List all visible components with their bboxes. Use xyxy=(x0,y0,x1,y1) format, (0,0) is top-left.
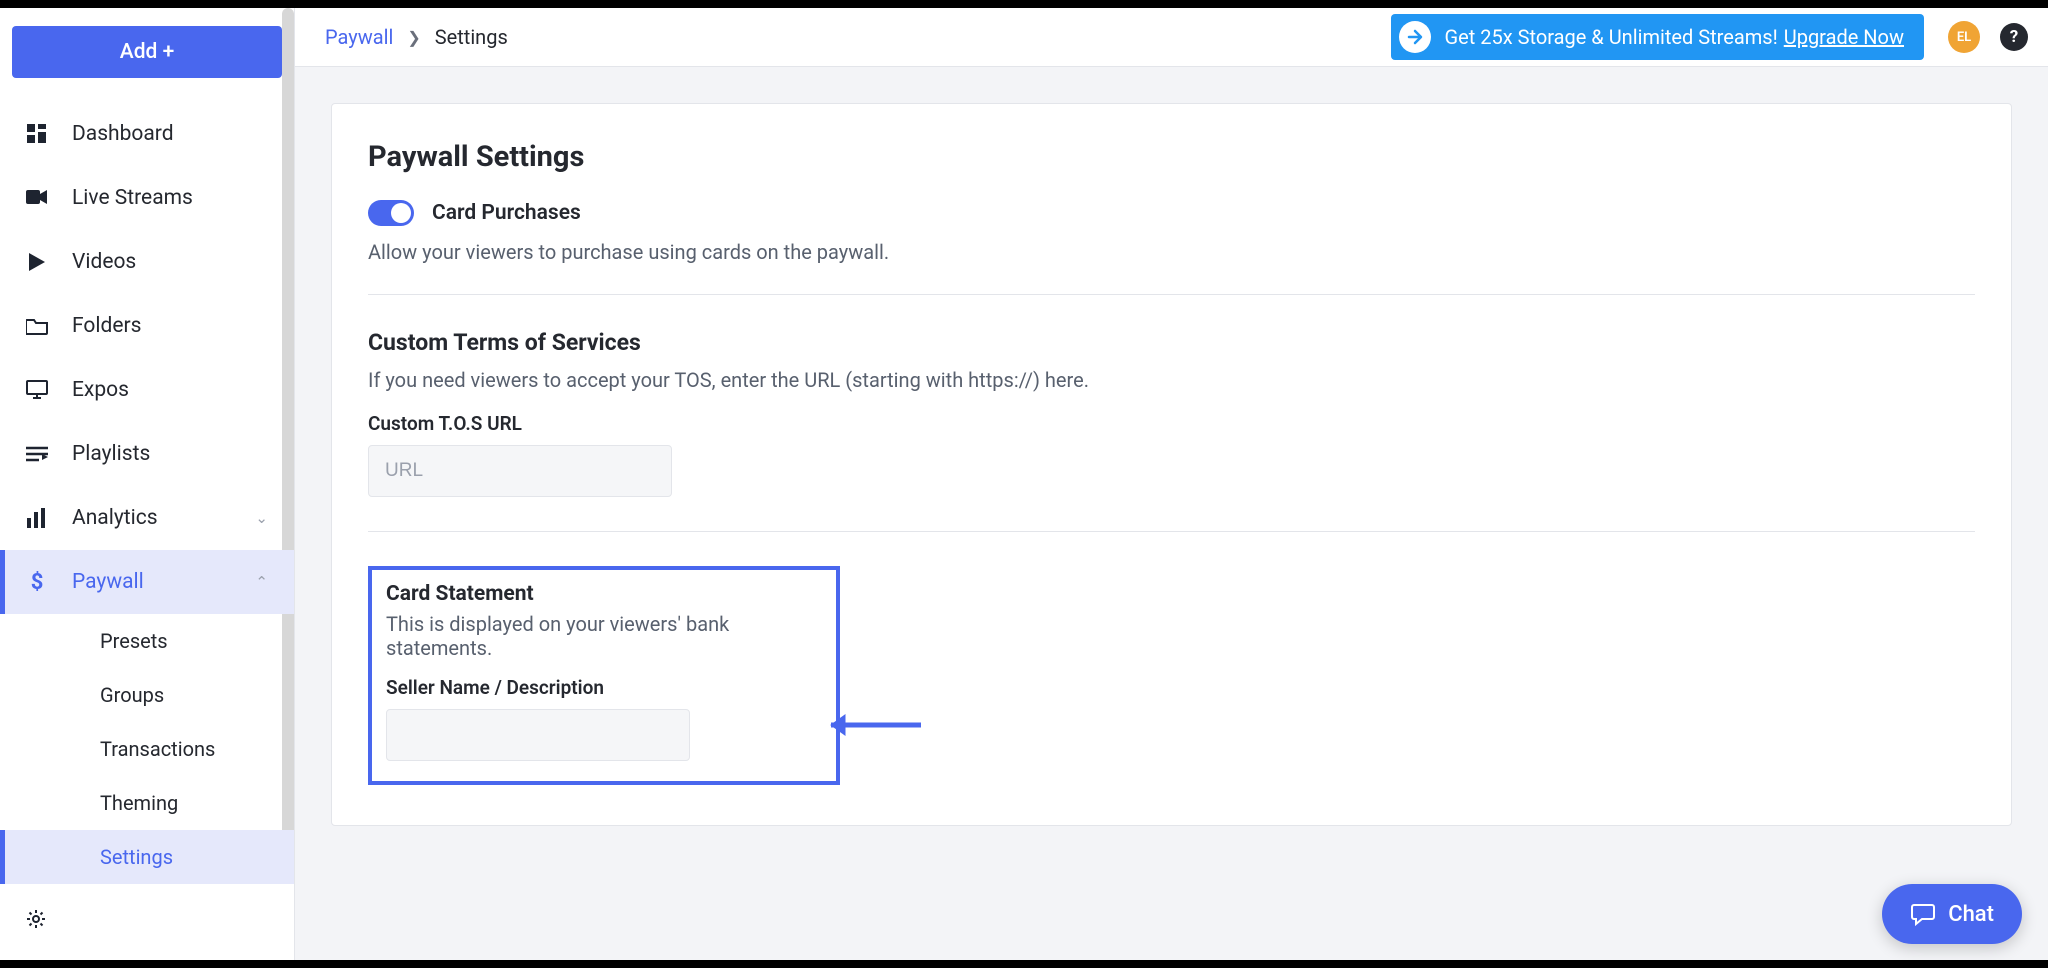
sidebar-sub-presets[interactable]: Presets xyxy=(0,614,294,668)
add-button[interactable]: Add + xyxy=(12,26,282,78)
divider xyxy=(368,294,1975,295)
upgrade-cta: Upgrade Now xyxy=(1784,25,1904,49)
sidebar-item-paywall[interactable]: $ Paywall ⌃ xyxy=(0,550,294,614)
chat-button[interactable]: Chat xyxy=(1882,884,2022,944)
avatar[interactable]: EL xyxy=(1948,21,1980,53)
camera-icon xyxy=(26,187,48,209)
dollar-icon: $ xyxy=(26,571,48,593)
sidebar-item-extra[interactable] xyxy=(0,900,294,940)
chevron-down-icon: ⌄ xyxy=(255,509,268,527)
sidebar-item-label: Expos xyxy=(72,378,129,402)
gear-icon xyxy=(26,909,48,931)
sidebar-item-expos[interactable]: Expos xyxy=(0,358,294,422)
sidebar: Add + Dashboard Live Streams Videos xyxy=(0,8,295,960)
help-icon[interactable]: ? xyxy=(2000,23,2028,51)
sidebar-item-label: Analytics xyxy=(72,506,158,530)
statement-field-label: Seller Name / Description xyxy=(386,676,822,699)
sidebar-sub-theming[interactable]: Theming xyxy=(0,776,294,830)
sidebar-sub-groups[interactable]: Groups xyxy=(0,668,294,722)
main: Paywall ❯ Settings Get 25x Storage & Unl… xyxy=(295,8,2048,960)
statement-desc: This is displayed on your viewers' bank … xyxy=(386,612,822,660)
dashboard-icon xyxy=(26,123,48,145)
svg-text:$: $ xyxy=(31,571,44,593)
statement-title: Card Statement xyxy=(386,582,822,606)
playlist-icon xyxy=(26,443,48,465)
tos-desc: If you need viewers to accept your TOS, … xyxy=(368,368,1975,392)
card-statement-section: Card Statement This is displayed on your… xyxy=(368,566,840,785)
topbar: Paywall ❯ Settings Get 25x Storage & Unl… xyxy=(295,8,2048,67)
settings-card: Paywall Settings Card Purchases Allow yo… xyxy=(331,103,2012,826)
main-body: Paywall Settings Card Purchases Allow yo… xyxy=(295,67,2048,960)
breadcrumb-parent[interactable]: Paywall xyxy=(325,25,393,49)
sidebar-item-label: Live Streams xyxy=(72,186,193,210)
breadcrumb-current: Settings xyxy=(435,25,508,49)
play-icon xyxy=(26,251,48,273)
tos-url-input[interactable] xyxy=(368,445,672,497)
breadcrumb: Paywall ❯ Settings xyxy=(325,25,508,49)
arrow-right-icon xyxy=(1399,21,1431,53)
sidebar-item-label: Playlists xyxy=(72,442,150,466)
sidebar-item-live-streams[interactable]: Live Streams xyxy=(0,166,294,230)
card-purchases-label: Card Purchases xyxy=(432,201,581,225)
sidebar-item-label: Videos xyxy=(72,250,136,274)
chevron-right-icon: ❯ xyxy=(407,28,420,47)
sidebar-sub-settings[interactable]: Settings xyxy=(0,830,294,884)
sidebar-item-playlists[interactable]: Playlists xyxy=(0,422,294,486)
sidebar-item-label: Folders xyxy=(72,314,141,338)
upgrade-text: Get 25x Storage & Unlimited Streams! xyxy=(1445,25,1778,49)
seller-name-input[interactable] xyxy=(386,709,690,761)
folder-icon xyxy=(26,315,48,337)
chat-icon xyxy=(1910,901,1936,927)
sidebar-item-label: Dashboard xyxy=(72,122,174,146)
sidebar-sub-transactions[interactable]: Transactions xyxy=(0,722,294,776)
card-purchases-toggle[interactable] xyxy=(368,200,414,226)
chat-label: Chat xyxy=(1948,902,1994,927)
sidebar-item-analytics[interactable]: Analytics ⌄ xyxy=(0,486,294,550)
sidebar-item-label: Paywall xyxy=(72,570,144,594)
sidebar-item-folders[interactable]: Folders xyxy=(0,294,294,358)
tos-title: Custom Terms of Services xyxy=(368,329,1975,356)
sidebar-item-videos[interactable]: Videos xyxy=(0,230,294,294)
divider xyxy=(368,531,1975,532)
tos-section: Custom Terms of Services If you need vie… xyxy=(368,329,1975,497)
monitor-icon xyxy=(26,379,48,401)
page-title: Paywall Settings xyxy=(368,140,1975,174)
analytics-icon xyxy=(26,507,48,529)
primary-nav: Dashboard Live Streams Videos Folders xyxy=(0,96,294,940)
upgrade-banner[interactable]: Get 25x Storage & Unlimited Streams! Upg… xyxy=(1391,14,1924,60)
card-purchases-desc: Allow your viewers to purchase using car… xyxy=(368,240,1975,264)
sidebar-item-dashboard[interactable]: Dashboard xyxy=(0,102,294,166)
chevron-up-icon: ⌃ xyxy=(255,573,268,591)
tos-field-label: Custom T.O.S URL xyxy=(368,412,1975,435)
